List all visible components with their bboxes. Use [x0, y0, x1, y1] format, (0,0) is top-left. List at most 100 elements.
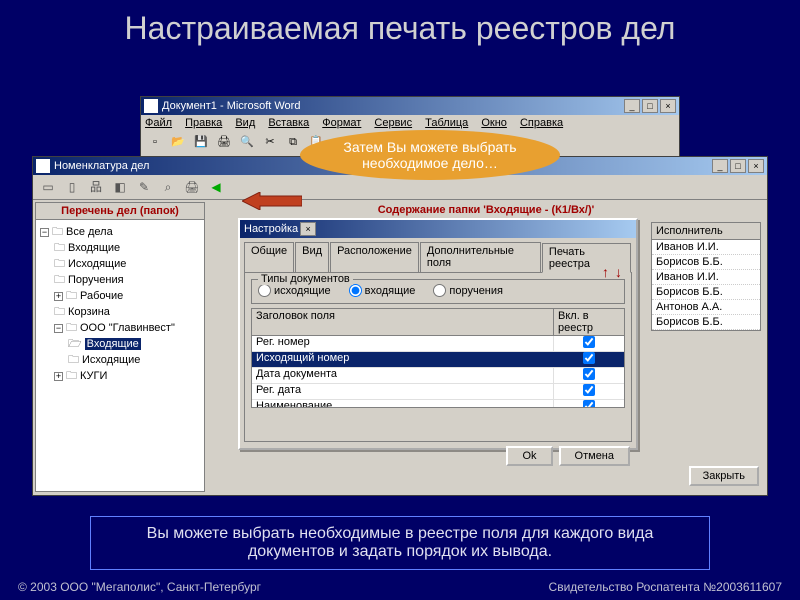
folder-icon: 🗀	[66, 322, 77, 334]
menu-file[interactable]: Файл	[145, 117, 172, 129]
print-icon[interactable]: 🖨	[214, 133, 234, 151]
include-checkbox[interactable]	[583, 336, 595, 348]
menu-tools[interactable]: Сервис	[374, 117, 412, 129]
collapse-icon[interactable]: −	[54, 324, 63, 333]
maximize-button[interactable]: □	[730, 159, 746, 173]
word-menubar: Файл Правка Вид Вставка Формат Сервис Та…	[141, 115, 679, 131]
save-icon[interactable]: 💾	[191, 133, 211, 151]
maximize-button[interactable]: □	[642, 99, 658, 113]
tree-item[interactable]: Исходящие	[82, 354, 140, 366]
tree-item[interactable]: Входящие	[68, 242, 120, 254]
group-title: Типы документов	[258, 273, 353, 285]
tree-header: Перечень дел (папок)	[36, 203, 204, 220]
list-item[interactable]: Иванов И.И.	[652, 270, 760, 285]
list-item[interactable]: Борисов Б.Б.	[652, 255, 760, 270]
executor-list: Исполнитель Иванов И.И. Борисов Б.Б. Ива…	[651, 222, 761, 331]
word-icon	[144, 99, 158, 113]
list-item[interactable]: Антонов А.А.	[652, 300, 760, 315]
expand-icon[interactable]: +	[54, 372, 63, 381]
tree-item[interactable]: Поручения	[68, 274, 124, 286]
arrow-up-icon[interactable]: ↑	[602, 264, 609, 280]
menu-edit[interactable]: Правка	[185, 117, 222, 129]
settings-dialog: Настройка × Общие Вид Расположение Допол…	[238, 218, 638, 450]
tree-item[interactable]: Корзина	[68, 306, 110, 318]
minimize-button[interactable]: _	[712, 159, 728, 173]
grid-cell-selected[interactable]: Исходящий номер	[252, 352, 554, 367]
footer-left: © 2003 ООО "Мегаполис", Санкт-Петербург	[18, 580, 261, 594]
folder-icon: 🗀	[66, 290, 77, 302]
executor-header[interactable]: Исполнитель	[652, 223, 760, 240]
close-button[interactable]: ×	[660, 99, 676, 113]
folder-icon: 🗀	[68, 354, 79, 366]
radio-orders[interactable]: поручения	[433, 284, 503, 297]
copy-icon[interactable]: ⧉	[283, 133, 303, 151]
menu-window[interactable]: Окно	[481, 117, 507, 129]
folder-icon: 🗀	[54, 274, 65, 286]
word-title-text: Документ1 - Microsoft Word	[162, 100, 300, 112]
open-icon[interactable]: 📂	[168, 133, 188, 151]
menu-view[interactable]: Вид	[235, 117, 255, 129]
preview-icon[interactable]: 🔍	[237, 133, 257, 151]
reorder-arrows: ↑ ↓	[602, 264, 622, 280]
tool-icon[interactable]: ◧	[111, 178, 129, 196]
tab-layout[interactable]: Расположение	[330, 242, 419, 272]
radio-outgoing[interactable]: исходящие	[258, 284, 331, 297]
slide-footer: © 2003 ООО "Мегаполис", Санкт-Петербург …	[0, 580, 800, 594]
tree-icon[interactable]: 品	[87, 178, 105, 196]
new-icon[interactable]: ▫	[145, 133, 165, 151]
grid-header-include[interactable]: Вкл. в реестр	[554, 309, 624, 335]
menu-help[interactable]: Справка	[520, 117, 563, 129]
include-checkbox[interactable]	[583, 400, 595, 408]
tree-item[interactable]: ООО "Главинвест"	[80, 322, 175, 334]
grid-cell[interactable]: Наименование	[252, 400, 554, 408]
tab-extra[interactable]: Дополнительные поля	[420, 242, 541, 272]
menu-insert[interactable]: Вставка	[268, 117, 309, 129]
tab-content: Типы документов исходящие входящие поруч…	[244, 272, 632, 442]
menu-format[interactable]: Формат	[322, 117, 361, 129]
include-checkbox[interactable]	[583, 352, 595, 364]
callout-arrow-icon	[242, 192, 302, 210]
tab-view[interactable]: Вид	[295, 242, 329, 272]
tree-root[interactable]: Все дела	[66, 226, 113, 238]
grid-cell[interactable]: Рег. дата	[252, 384, 554, 399]
arrow-left-icon[interactable]: ◀	[207, 178, 225, 196]
grid-header-name[interactable]: Заголовок поля	[252, 309, 554, 335]
list-item[interactable]: Борисов Б.Б.	[652, 285, 760, 300]
print-icon[interactable]: 🖨	[183, 178, 201, 196]
radio-incoming[interactable]: входящие	[349, 284, 416, 297]
menu-table[interactable]: Таблица	[425, 117, 468, 129]
include-checkbox[interactable]	[583, 368, 595, 380]
list-item[interactable]: Борисов Б.Б.	[652, 315, 760, 330]
footer-right: Свидетельство Роспатента №2003611607	[549, 580, 782, 594]
list-item[interactable]: Иванов И.И.	[652, 240, 760, 255]
tool-icon[interactable]: ⌕	[159, 178, 177, 196]
include-checkbox[interactable]	[583, 384, 595, 396]
grid-cell[interactable]: Дата документа	[252, 368, 554, 383]
close-button[interactable]: ×	[748, 159, 764, 173]
tool-icon[interactable]: ▭	[39, 178, 57, 196]
tree-item[interactable]: КУГИ	[80, 370, 107, 382]
ok-button[interactable]: Ok	[506, 446, 552, 466]
tree-item[interactable]: Рабочие	[80, 290, 123, 302]
folder-tree[interactable]: −🗀Все дела 🗀Входящие 🗀Исходящие 🗀Поручен…	[36, 220, 204, 388]
arrow-down-icon[interactable]: ↓	[615, 264, 622, 280]
expand-icon[interactable]: +	[54, 292, 63, 301]
fields-grid[interactable]: Заголовок поля Вкл. в реестр Рег. номер …	[251, 308, 625, 408]
collapse-icon[interactable]: −	[40, 228, 49, 237]
cancel-button[interactable]: Отмена	[559, 446, 630, 466]
nom-title-text: Номенклатура дел	[54, 160, 149, 172]
folder-icon: 🗀	[54, 306, 65, 318]
tab-general[interactable]: Общие	[244, 242, 294, 272]
dialog-title-text: Настройка	[244, 223, 298, 235]
doc-types-group: Типы документов исходящие входящие поруч…	[251, 279, 625, 304]
pen-icon[interactable]: ✎	[135, 178, 153, 196]
grid-cell[interactable]: Рег. номер	[252, 336, 554, 351]
tree-item[interactable]: Исходящие	[68, 258, 126, 270]
cut-icon[interactable]: ✂	[260, 133, 280, 151]
tree-item-selected[interactable]: Входящие	[85, 338, 141, 350]
slide-title: Настраиваемая печать реестров дел	[0, 0, 800, 49]
dialog-close-button[interactable]: ×	[300, 222, 316, 236]
tool-icon[interactable]: ▯	[63, 178, 81, 196]
close-button[interactable]: Закрыть	[689, 466, 759, 486]
minimize-button[interactable]: _	[624, 99, 640, 113]
